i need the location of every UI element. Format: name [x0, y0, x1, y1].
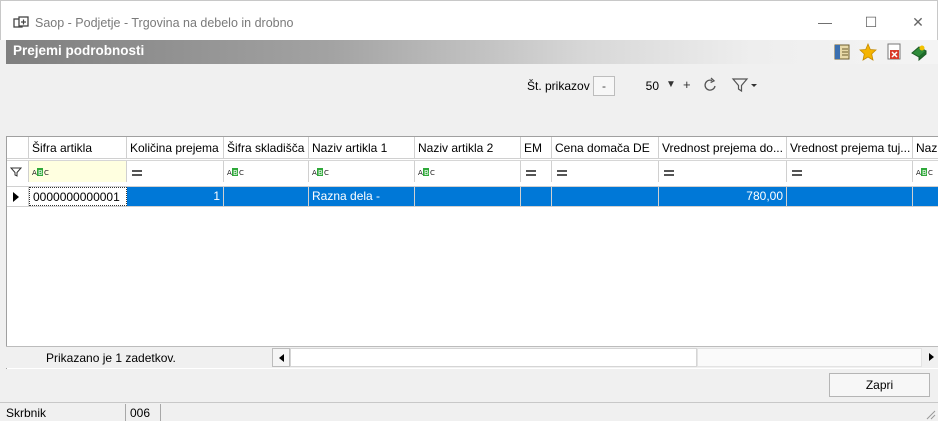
cell-kolicina-prejema[interactable]: 1: [127, 187, 224, 206]
filter-icon: [10, 167, 22, 177]
close-window-button[interactable]: ✕: [903, 9, 933, 35]
refresh-icon[interactable]: [702, 76, 718, 94]
svg-text:A: A: [916, 169, 921, 177]
grid-statusbar: Prikazano je 1 zadetkov.: [6, 346, 938, 368]
column-header[interactable]: EM: [521, 137, 552, 159]
filter-cell-text[interactable]: A B C: [415, 161, 521, 182]
text-filter-icon: A B C: [32, 167, 49, 177]
svg-text:B: B: [922, 169, 927, 177]
text-filter-icon: A B C: [418, 167, 435, 177]
page-size-decrease-button[interactable]: -: [593, 76, 615, 96]
svg-text:A: A: [312, 169, 317, 177]
scroll-right-button[interactable]: [924, 348, 938, 367]
grid-filter-row: A B C A B C A B C A B C A B C: [7, 160, 938, 182]
help-book-icon[interactable]: [910, 43, 928, 61]
cell-cena-domaca[interactable]: [552, 187, 659, 206]
page-size-increase-button[interactable]: +: [683, 77, 691, 92]
equals-icon: [526, 169, 536, 176]
cell-naziv-artikla-1[interactable]: Razna dela -: [309, 187, 415, 206]
export-icon[interactable]: [885, 43, 903, 61]
equals-icon: [792, 169, 802, 176]
columns-icon[interactable]: [833, 43, 851, 61]
filter-cell-number[interactable]: [552, 161, 659, 182]
scroll-left-button[interactable]: [272, 348, 290, 367]
column-header[interactable]: Šifra artikla: [29, 137, 127, 159]
svg-text:C: C: [430, 169, 435, 177]
cell-sifra-skladisca[interactable]: [224, 187, 309, 206]
text-filter-icon: A B C: [916, 167, 933, 177]
arrow-right-icon: [929, 353, 934, 361]
filter-cell-text[interactable]: A B C: [224, 161, 309, 182]
filter-row-cell: [7, 161, 29, 182]
cell-vrednost-tuja[interactable]: [787, 187, 913, 206]
filter-dropdown-icon[interactable]: [731, 76, 759, 94]
column-header[interactable]: Naziv artikla 2: [415, 137, 521, 159]
current-user: Skrbnik: [6, 406, 47, 420]
filter-cell-text[interactable]: A B C: [29, 161, 127, 182]
minimize-button[interactable]: —: [810, 9, 840, 35]
filter-cell-text[interactable]: A B C: [913, 161, 938, 182]
grid-header-row: Šifra artikla Količina prejema Šifra skl…: [7, 137, 938, 159]
column-header[interactable]: Naziv: [913, 137, 938, 159]
cell-naziv[interactable]: [913, 187, 938, 206]
column-header[interactable]: Količina prejema: [127, 137, 224, 159]
record-count-text: Prikazano je 1 zadetkov.: [46, 351, 176, 365]
close-button-label: Zapri: [865, 378, 894, 392]
statusbar-separator: [160, 404, 161, 421]
filter-cell-number[interactable]: [127, 161, 224, 182]
column-header[interactable]: Šifra skladišča: [224, 137, 309, 159]
arrow-left-icon: [279, 354, 284, 362]
cell-vrednost-domaca[interactable]: 780,00: [659, 187, 787, 206]
equals-icon: [664, 169, 674, 176]
column-header[interactable]: Vrednost prejema do...: [659, 137, 787, 159]
horizontal-scroll-track[interactable]: [697, 348, 922, 367]
row-indicator[interactable]: [7, 187, 29, 206]
column-header[interactable]: Vrednost prejema tuj...: [787, 137, 913, 159]
app-logo-icon: [13, 16, 29, 28]
svg-text:A: A: [227, 169, 232, 177]
filter-cell-text[interactable]: A B C: [309, 161, 415, 182]
table-row[interactable]: 0000000000001 1 Razna dela - 780,00: [7, 186, 938, 207]
panel-title: Prejemi podrobnosti: [13, 43, 145, 58]
column-header[interactable]: Cena domača DE: [552, 137, 659, 159]
statusbar-separator: [125, 404, 126, 421]
row-indicator-header: [7, 137, 29, 159]
equals-icon: [132, 169, 142, 176]
page-size-label: Št. prikazov: [527, 79, 590, 93]
panel-header: Prejemi podrobnosti: [6, 40, 938, 64]
svg-text:C: C: [44, 169, 49, 177]
svg-text:B: B: [318, 169, 323, 177]
favorite-star-icon[interactable]: [859, 43, 877, 61]
svg-text:C: C: [239, 169, 244, 177]
filter-cell-number[interactable]: [787, 161, 913, 182]
text-filter-icon: A B C: [312, 167, 329, 177]
svg-text:B: B: [424, 169, 429, 177]
window-title: Saop - Podjetje - Trgovina na debelo in …: [35, 16, 294, 30]
svg-text:B: B: [233, 169, 238, 177]
cell-em[interactable]: [521, 187, 552, 206]
horizontal-scroll-thumb[interactable]: [290, 348, 697, 367]
svg-text:C: C: [928, 169, 933, 177]
page-size-dropdown-icon[interactable]: ▼: [666, 79, 676, 90]
cell-naziv-artikla-2[interactable]: [415, 187, 521, 206]
maximize-button[interactable]: ☐: [856, 9, 886, 35]
filter-cell-number[interactable]: [659, 161, 787, 182]
equals-icon: [557, 169, 567, 176]
svg-text:B: B: [38, 169, 43, 177]
resize-grip-icon[interactable]: [924, 408, 936, 420]
statusbar-divider: [0, 402, 938, 403]
svg-text:A: A: [418, 169, 423, 177]
filter-cell-number[interactable]: [521, 161, 552, 182]
svg-text:C: C: [324, 169, 329, 177]
company-code: 006: [130, 406, 151, 420]
svg-text:A: A: [32, 169, 37, 177]
data-grid[interactable]: Šifra artikla Količina prejema Šifra skl…: [6, 136, 938, 369]
text-filter-icon: A B C: [227, 167, 244, 177]
page-size-input[interactable]: 50: [619, 79, 659, 93]
column-header[interactable]: Naziv artikla 1: [309, 137, 415, 159]
cell-sifra-artikla[interactable]: 0000000000001: [29, 187, 127, 206]
window-titlebar: Saop - Podjetje - Trgovina na debelo in …: [0, 0, 938, 40]
close-button[interactable]: Zapri: [829, 373, 930, 397]
current-row-arrow-icon: [13, 192, 19, 202]
